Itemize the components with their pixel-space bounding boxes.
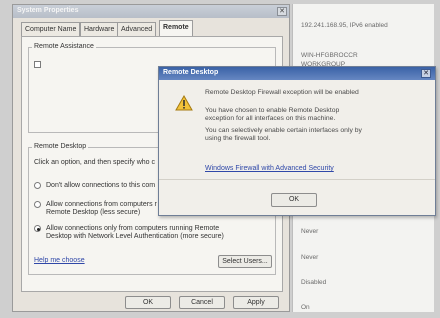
warning-icon xyxy=(175,94,193,111)
help-me-choose-link[interactable]: Help me choose xyxy=(34,257,85,264)
tab-advanced[interactable]: Advanced xyxy=(117,22,157,36)
dialog-title: Remote Desktop xyxy=(159,67,435,80)
status-value: Never xyxy=(301,228,319,235)
status-value: Disabled xyxy=(301,279,327,286)
tab-computer-name[interactable]: Computer Name xyxy=(21,22,81,36)
ip-address-value: 192.241.168.95, IPv6 enabled xyxy=(301,22,388,29)
dialog-paragraph-2: You can selectively enable certain inter… xyxy=(205,127,362,142)
apply-button[interactable]: Apply xyxy=(233,296,279,309)
radio-allow-any[interactable] xyxy=(34,201,41,208)
dialog-ok-button[interactable]: OK xyxy=(271,193,317,207)
radio-allow-any-label: Allow connections from computers r Remot… xyxy=(46,201,157,216)
remote-desktop-label: Remote Desktop xyxy=(32,143,89,150)
status-value: On xyxy=(301,304,310,311)
status-value: Never xyxy=(301,254,319,261)
remote-desktop-dialog: Remote Desktop ✕ Remote Desktop Firewall… xyxy=(158,66,436,216)
ok-button[interactable]: OK xyxy=(125,296,171,309)
radio-allow-nla[interactable] xyxy=(34,225,41,232)
dialog-heading: Remote Desktop Firewall exception will b… xyxy=(205,89,359,96)
tab-remote[interactable]: Remote xyxy=(159,20,193,37)
radio-allow-nla-label: Allow connections only from computers ru… xyxy=(46,225,224,240)
window-title: System Properties xyxy=(13,5,289,18)
close-icon[interactable]: ✕ xyxy=(421,69,431,78)
computer-name-value: WIN-HFGBROCCR xyxy=(301,52,358,59)
firewall-advanced-security-link[interactable]: Windows Firewall with Advanced Security xyxy=(205,165,334,172)
select-users-button[interactable]: Select Users... xyxy=(218,255,272,268)
cancel-button[interactable]: Cancel xyxy=(179,296,225,309)
remote-assistance-label: Remote Assistance xyxy=(32,43,96,50)
tab-hardware[interactable]: Hardware xyxy=(80,22,119,36)
dialog-paragraph-1: You have chosen to enable Remote Desktop… xyxy=(205,107,340,122)
radio-dont-allow[interactable] xyxy=(34,182,41,189)
close-icon[interactable]: ✕ xyxy=(277,7,287,16)
remote-desktop-instruction: Click an option, and then specify who c xyxy=(34,159,156,166)
radio-dont-allow-label: Don't allow connections to this com xyxy=(46,182,156,189)
allow-remote-assistance-checkbox[interactable] xyxy=(34,61,41,68)
dialog-divider xyxy=(159,179,435,180)
